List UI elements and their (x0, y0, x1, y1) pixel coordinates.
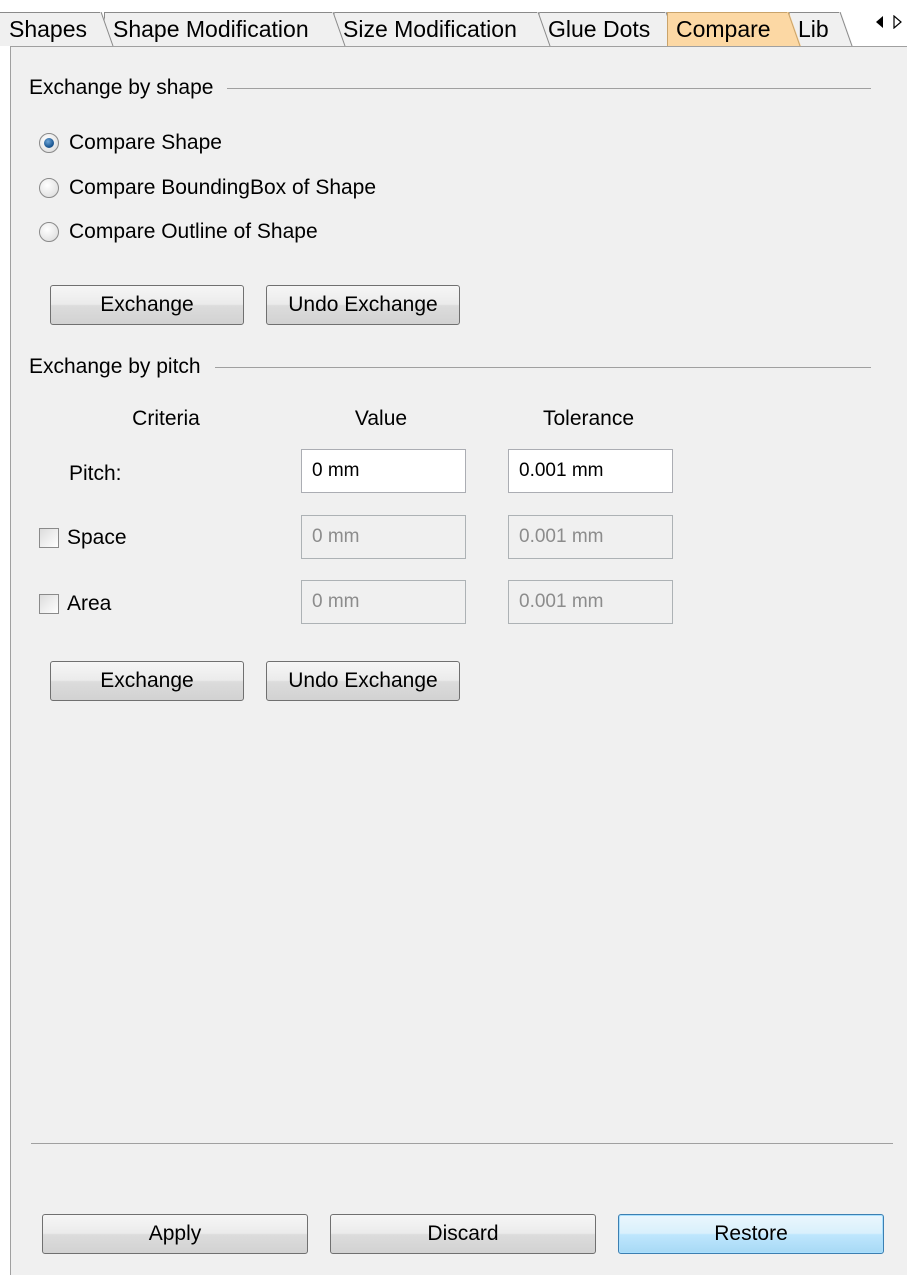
area-value-field: 0 mm (301, 580, 466, 624)
criteria-column-header: Criteria (132, 407, 200, 430)
tab-label: Compare (676, 16, 771, 42)
space-label: Space (67, 526, 127, 549)
radio-label: Compare BoundingBox of Shape (69, 176, 377, 199)
tab-label: Size Modification (343, 16, 517, 42)
undo-exchange-shape-button[interactable]: Undo Exchange (266, 285, 460, 325)
exchange-by-pitch-header: Exchange by pitch (29, 352, 871, 382)
pitch-tolerance-field[interactable]: 0.001 mm (508, 449, 673, 493)
restore-button[interactable]: Restore (618, 1214, 884, 1254)
pitch-value-field[interactable]: 0 mm (301, 449, 466, 493)
group-title: Exchange by shape (29, 76, 214, 99)
pitch-label: Pitch: (69, 462, 122, 485)
tab-glue-dots[interactable]: Glue Dots (539, 12, 679, 46)
tab-strip: Shapes Shape Modification Size Modificat… (0, 0, 907, 46)
tolerance-column-header: Tolerance (542, 407, 635, 430)
radio-button[interactable] (39, 178, 59, 198)
tab-label: Glue Dots (548, 16, 651, 42)
divider (214, 366, 871, 368)
tab-compare[interactable]: Compare (667, 12, 801, 46)
space-checkbox[interactable] (39, 528, 59, 548)
footer-divider (31, 1143, 893, 1144)
radio-label: Compare Shape (69, 131, 222, 154)
tab-label: Shape Modification (113, 16, 309, 42)
space-checkbox-row[interactable]: Space (39, 523, 127, 553)
triangle-left-icon[interactable] (873, 10, 885, 34)
exchange-pitch-button[interactable]: Exchange (50, 661, 244, 701)
radio-compare-boundingbox[interactable]: Compare BoundingBox of Shape (39, 173, 376, 203)
radio-button[interactable] (39, 222, 59, 242)
tab-shapes[interactable]: Shapes (0, 12, 114, 46)
radio-label: Compare Outline of Shape (69, 220, 318, 243)
value-column-header: Value (354, 407, 408, 430)
tab-shape-modification[interactable]: Shape Modification (104, 12, 346, 46)
area-tolerance-field: 0.001 mm (508, 580, 673, 624)
radio-compare-outline[interactable]: Compare Outline of Shape (39, 217, 318, 247)
tab-label: Shapes (9, 16, 88, 42)
exchange-by-shape-header: Exchange by shape (29, 73, 871, 103)
space-tolerance-field: 0.001 mm (508, 515, 673, 559)
area-label: Area (67, 592, 112, 615)
radio-compare-shape[interactable]: Compare Shape (39, 128, 222, 158)
tab-size-modification[interactable]: Size Modification (334, 12, 551, 46)
tab-scroll-arrows (873, 10, 903, 34)
area-checkbox[interactable] (39, 594, 59, 614)
group-title: Exchange by pitch (29, 355, 201, 378)
apply-button[interactable]: Apply (42, 1214, 308, 1254)
radio-button-checked[interactable] (39, 133, 59, 153)
triangle-right-icon[interactable] (891, 10, 903, 34)
undo-exchange-pitch-button[interactable]: Undo Exchange (266, 661, 460, 701)
area-checkbox-row[interactable]: Area (39, 589, 111, 619)
exchange-shape-button[interactable]: Exchange (50, 285, 244, 325)
compare-panel: Exchange by shape Compare Shape Compare … (10, 46, 907, 1275)
tab-label: Lib (798, 16, 829, 42)
divider (227, 87, 871, 89)
space-value-field: 0 mm (301, 515, 466, 559)
discard-button[interactable]: Discard (330, 1214, 596, 1254)
